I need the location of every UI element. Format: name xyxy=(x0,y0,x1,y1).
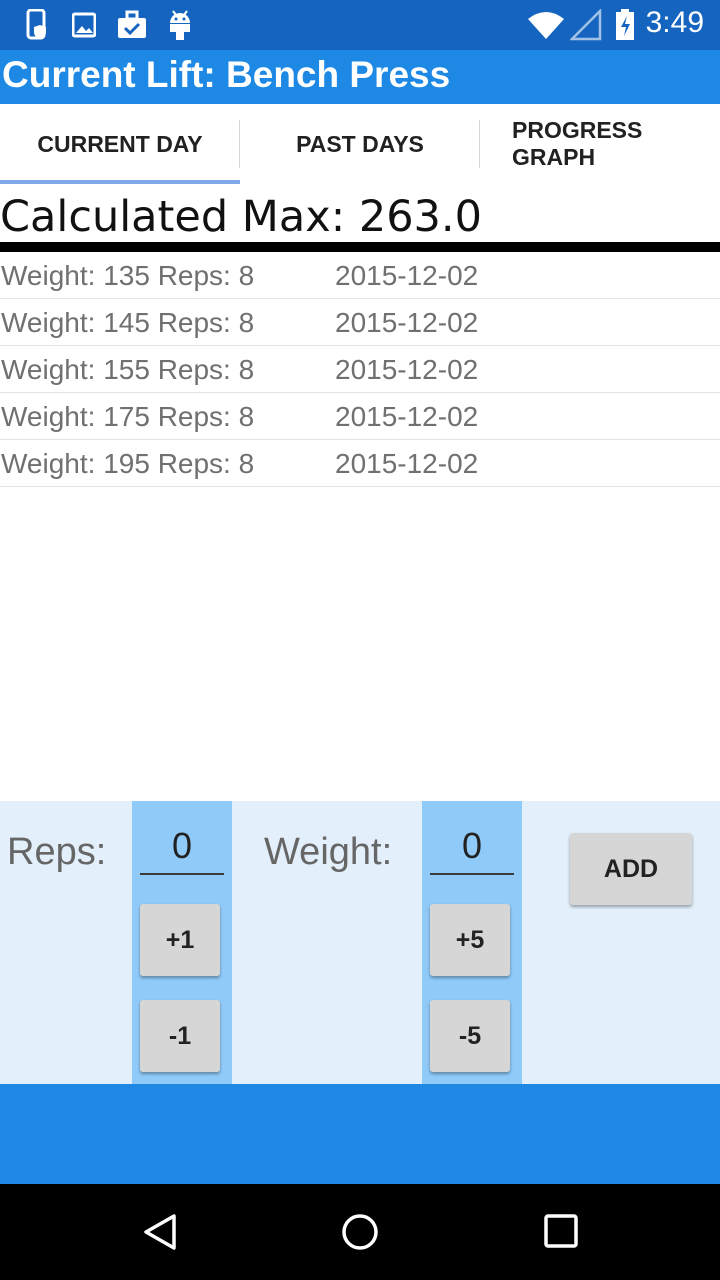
image-icon xyxy=(71,9,97,45)
reps-input[interactable]: 0 xyxy=(140,825,224,875)
app-title: Current Lift: Bench Press xyxy=(2,54,451,95)
tab-selected-indicator xyxy=(0,180,240,184)
entry-weight-reps: Weight: 195 Reps: 8 xyxy=(1,448,255,479)
reps-label: Reps: xyxy=(7,831,107,873)
reps-stepper-column: 0 +1 -1 xyxy=(132,801,232,1084)
weight-stepper-column: 0 +5 -5 xyxy=(422,801,522,1084)
entry-weight-reps: Weight: 135 Reps: 8 xyxy=(1,260,255,291)
back-icon[interactable] xyxy=(140,1212,180,1252)
tab-past-days[interactable]: PAST DAYS xyxy=(240,104,480,184)
signal-icon xyxy=(568,7,602,45)
home-icon[interactable] xyxy=(340,1212,380,1252)
wifi-icon xyxy=(526,9,566,45)
briefcase-check-icon xyxy=(117,9,147,45)
status-time: 3:49 xyxy=(645,6,704,39)
bottom-bar xyxy=(0,1084,720,1184)
entry-weight-reps: Weight: 145 Reps: 8 xyxy=(1,307,255,338)
entries-list: Weight: 135 Reps: 8 2015-12-02 Weight: 1… xyxy=(0,252,720,487)
list-item[interactable]: Weight: 195 Reps: 8 2015-12-02 xyxy=(0,440,720,487)
list-item[interactable]: Weight: 175 Reps: 8 2015-12-02 xyxy=(0,393,720,440)
navigation-bar xyxy=(0,1184,720,1280)
weight-label: Weight: xyxy=(264,831,393,873)
entry-weight-reps: Weight: 175 Reps: 8 xyxy=(1,401,255,432)
weight-plus-button[interactable]: +5 xyxy=(430,904,510,976)
status-bar: 3:49 xyxy=(0,0,720,50)
tab-current-day[interactable]: CURRENT DAY xyxy=(0,104,240,184)
calculated-max: Calculated Max: 263.0 xyxy=(0,192,482,242)
android-icon xyxy=(168,9,192,45)
entry-weight-reps: Weight: 155 Reps: 8 xyxy=(1,354,255,385)
tab-progress-graph[interactable]: PROGRESS GRAPH xyxy=(480,104,720,184)
divider xyxy=(0,242,720,252)
reps-plus-button[interactable]: +1 xyxy=(140,904,220,976)
list-item[interactable]: Weight: 145 Reps: 8 2015-12-02 xyxy=(0,299,720,346)
entry-date: 2015-12-02 xyxy=(335,401,479,432)
entry-date: 2015-12-02 xyxy=(335,307,479,338)
app-bar: Current Lift: Bench Press xyxy=(0,50,720,104)
phone-shield-icon xyxy=(26,8,50,45)
tab-bar: CURRENT DAY PAST DAYS PROGRESS GRAPH xyxy=(0,104,720,184)
input-panel: Reps: 0 +1 -1 Weight: 0 +5 -5 ADD xyxy=(0,801,720,1084)
weight-minus-button[interactable]: -5 xyxy=(430,1000,510,1072)
recents-icon[interactable] xyxy=(542,1212,582,1252)
reps-minus-button[interactable]: -1 xyxy=(140,1000,220,1072)
weight-input[interactable]: 0 xyxy=(430,825,514,875)
add-button[interactable]: ADD xyxy=(570,833,692,905)
entry-date: 2015-12-02 xyxy=(335,354,479,385)
tab-progress-graph-label: PROGRESS GRAPH xyxy=(512,117,643,170)
entry-date: 2015-12-02 xyxy=(335,260,479,291)
list-item[interactable]: Weight: 155 Reps: 8 2015-12-02 xyxy=(0,346,720,393)
battery-charging-icon xyxy=(614,9,636,45)
entry-date: 2015-12-02 xyxy=(335,448,479,479)
list-item[interactable]: Weight: 135 Reps: 8 2015-12-02 xyxy=(0,252,720,299)
